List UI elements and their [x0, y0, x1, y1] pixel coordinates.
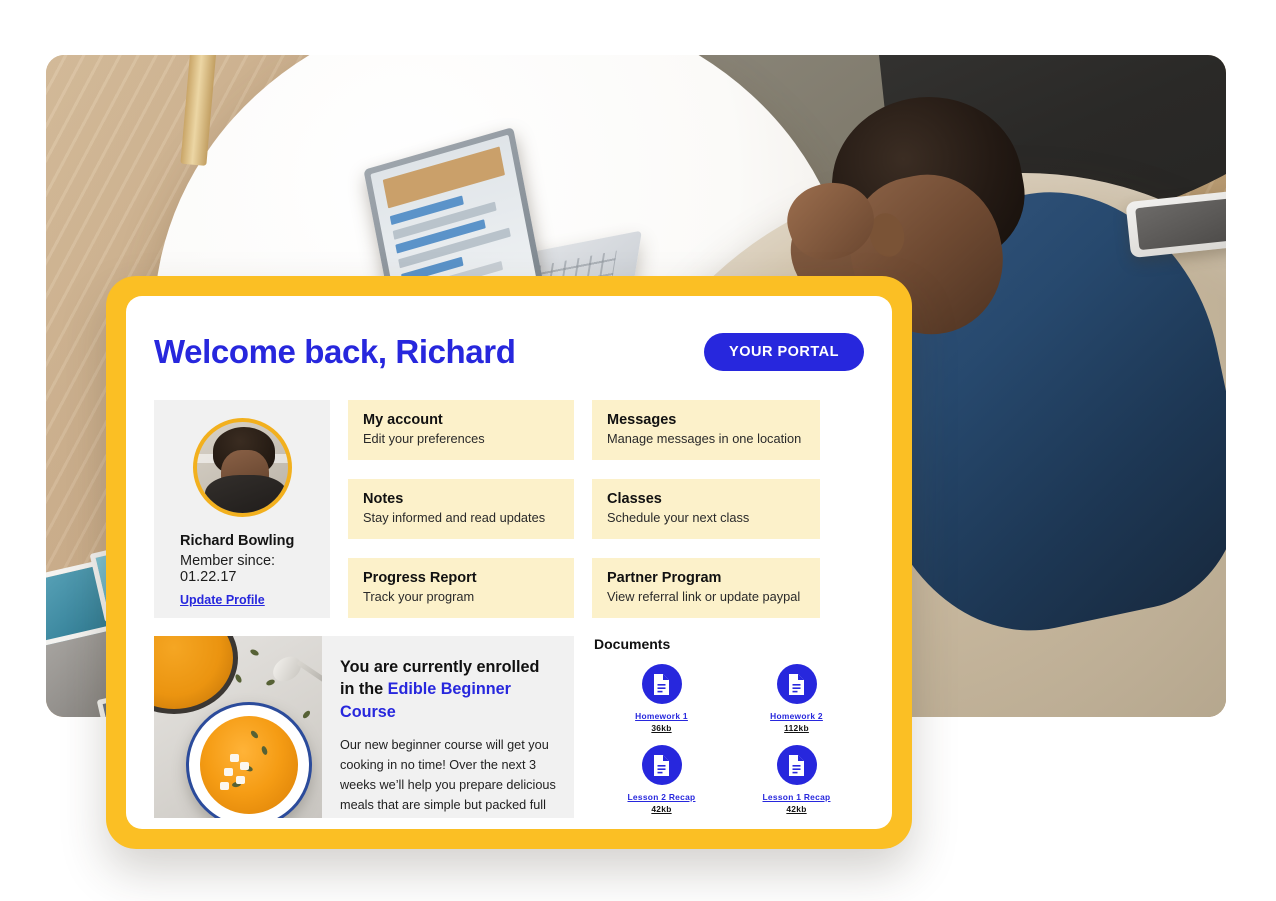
spoon-handle — [296, 660, 322, 689]
document-item[interactable]: Lesson 2 Recap 42kb — [594, 745, 729, 814]
profile-card: Richard Bowling Member since: 01.22.17 U… — [154, 400, 330, 618]
document-item[interactable]: Lesson 1 Recap 42kb — [729, 745, 864, 814]
tiles-column-right: Messages Manage messages in one location… — [592, 400, 820, 618]
main-soup-bowl — [186, 702, 312, 818]
tile-title: My account — [363, 412, 443, 428]
course-description: Our new beginner course will get you coo… — [340, 738, 556, 813]
document-item[interactable]: Homework 2 112kb — [729, 664, 864, 733]
portal-header: Welcome back, Richard YOUR PORTAL — [154, 326, 864, 378]
page-frame: Welcome back, Richard YOUR PORTAL Richar… — [0, 0, 1276, 901]
document-icon — [641, 745, 682, 785]
document-size: 42kb — [786, 804, 807, 814]
your-portal-button[interactable]: YOUR PORTAL — [704, 333, 864, 371]
document-icon — [641, 664, 682, 704]
course-text: You are currently enrolled in the Edible… — [322, 636, 574, 818]
document-name[interactable]: Homework 2 — [770, 711, 823, 721]
document-item[interactable]: Homework 1 36kb — [594, 664, 729, 733]
soup-photo — [154, 636, 322, 818]
tile-title: Progress Report — [363, 570, 477, 586]
tile-subtitle: Schedule your next class — [607, 510, 750, 525]
tile-title: Notes — [363, 491, 404, 507]
tile-classes[interactable]: Classes Schedule your next class — [592, 479, 820, 539]
document-icon — [776, 745, 817, 785]
tile-messages[interactable]: Messages Manage messages in one location — [592, 400, 820, 460]
tiles-column-left: My account Edit your preferences Notes S… — [348, 400, 574, 618]
portal-dashboard-card: Welcome back, Richard YOUR PORTAL Richar… — [126, 296, 892, 829]
tile-subtitle: Stay informed and read updates — [363, 510, 546, 525]
portal-yellow-frame: Welcome back, Richard YOUR PORTAL Richar… — [106, 276, 912, 849]
tile-partner-program[interactable]: Partner Program View referral link or up… — [592, 558, 820, 618]
document-icon — [776, 664, 817, 704]
update-profile-link[interactable]: Update Profile — [154, 593, 265, 607]
documents-title: Documents — [594, 636, 671, 652]
avatar-body — [204, 475, 287, 513]
tile-progress-report[interactable]: Progress Report Track your program — [348, 558, 574, 618]
document-size: 112kb — [784, 723, 809, 733]
tile-my-account[interactable]: My account Edit your preferences — [348, 400, 574, 460]
documents-section: Documents Homework 1 36kb Homework 2 112… — [592, 636, 864, 818]
profile-name: Richard Bowling — [180, 533, 295, 549]
tile-subtitle: Manage messages in one location — [607, 431, 802, 446]
portal-lower-section: You are currently enrolled in the Edible… — [154, 636, 864, 818]
tile-title: Partner Program — [607, 570, 722, 586]
document-name[interactable]: Lesson 1 Recap — [763, 792, 831, 802]
tile-title: Classes — [607, 491, 662, 507]
tile-subtitle: Track your program — [363, 589, 475, 604]
course-enrollment-card: You are currently enrolled in the Edible… — [154, 636, 574, 818]
profile-column: Richard Bowling Member since: 01.22.17 U… — [154, 400, 330, 618]
document-name[interactable]: Homework 1 — [635, 711, 688, 721]
page-title: Welcome back, Richard — [154, 333, 516, 370]
documents-grid: Homework 1 36kb Homework 2 112kb Lesson … — [594, 664, 864, 814]
tile-subtitle: View referral link or update paypal — [607, 589, 801, 604]
document-size: 36kb — [651, 723, 672, 733]
tile-title: Messages — [607, 412, 677, 428]
portal-main-grid: Richard Bowling Member since: 01.22.17 U… — [154, 400, 864, 618]
tile-notes[interactable]: Notes Stay informed and read updates — [348, 479, 574, 539]
document-size: 42kb — [651, 804, 672, 814]
secondary-soup-bowl — [154, 636, 238, 714]
document-name[interactable]: Lesson 2 Recap — [628, 792, 696, 802]
profile-member-since: Member since: 01.22.17 — [180, 553, 276, 585]
avatar — [192, 418, 292, 517]
course-heading: You are currently enrolled in the Edible… — [340, 656, 558, 723]
tile-subtitle: Edit your preferences — [363, 431, 485, 446]
